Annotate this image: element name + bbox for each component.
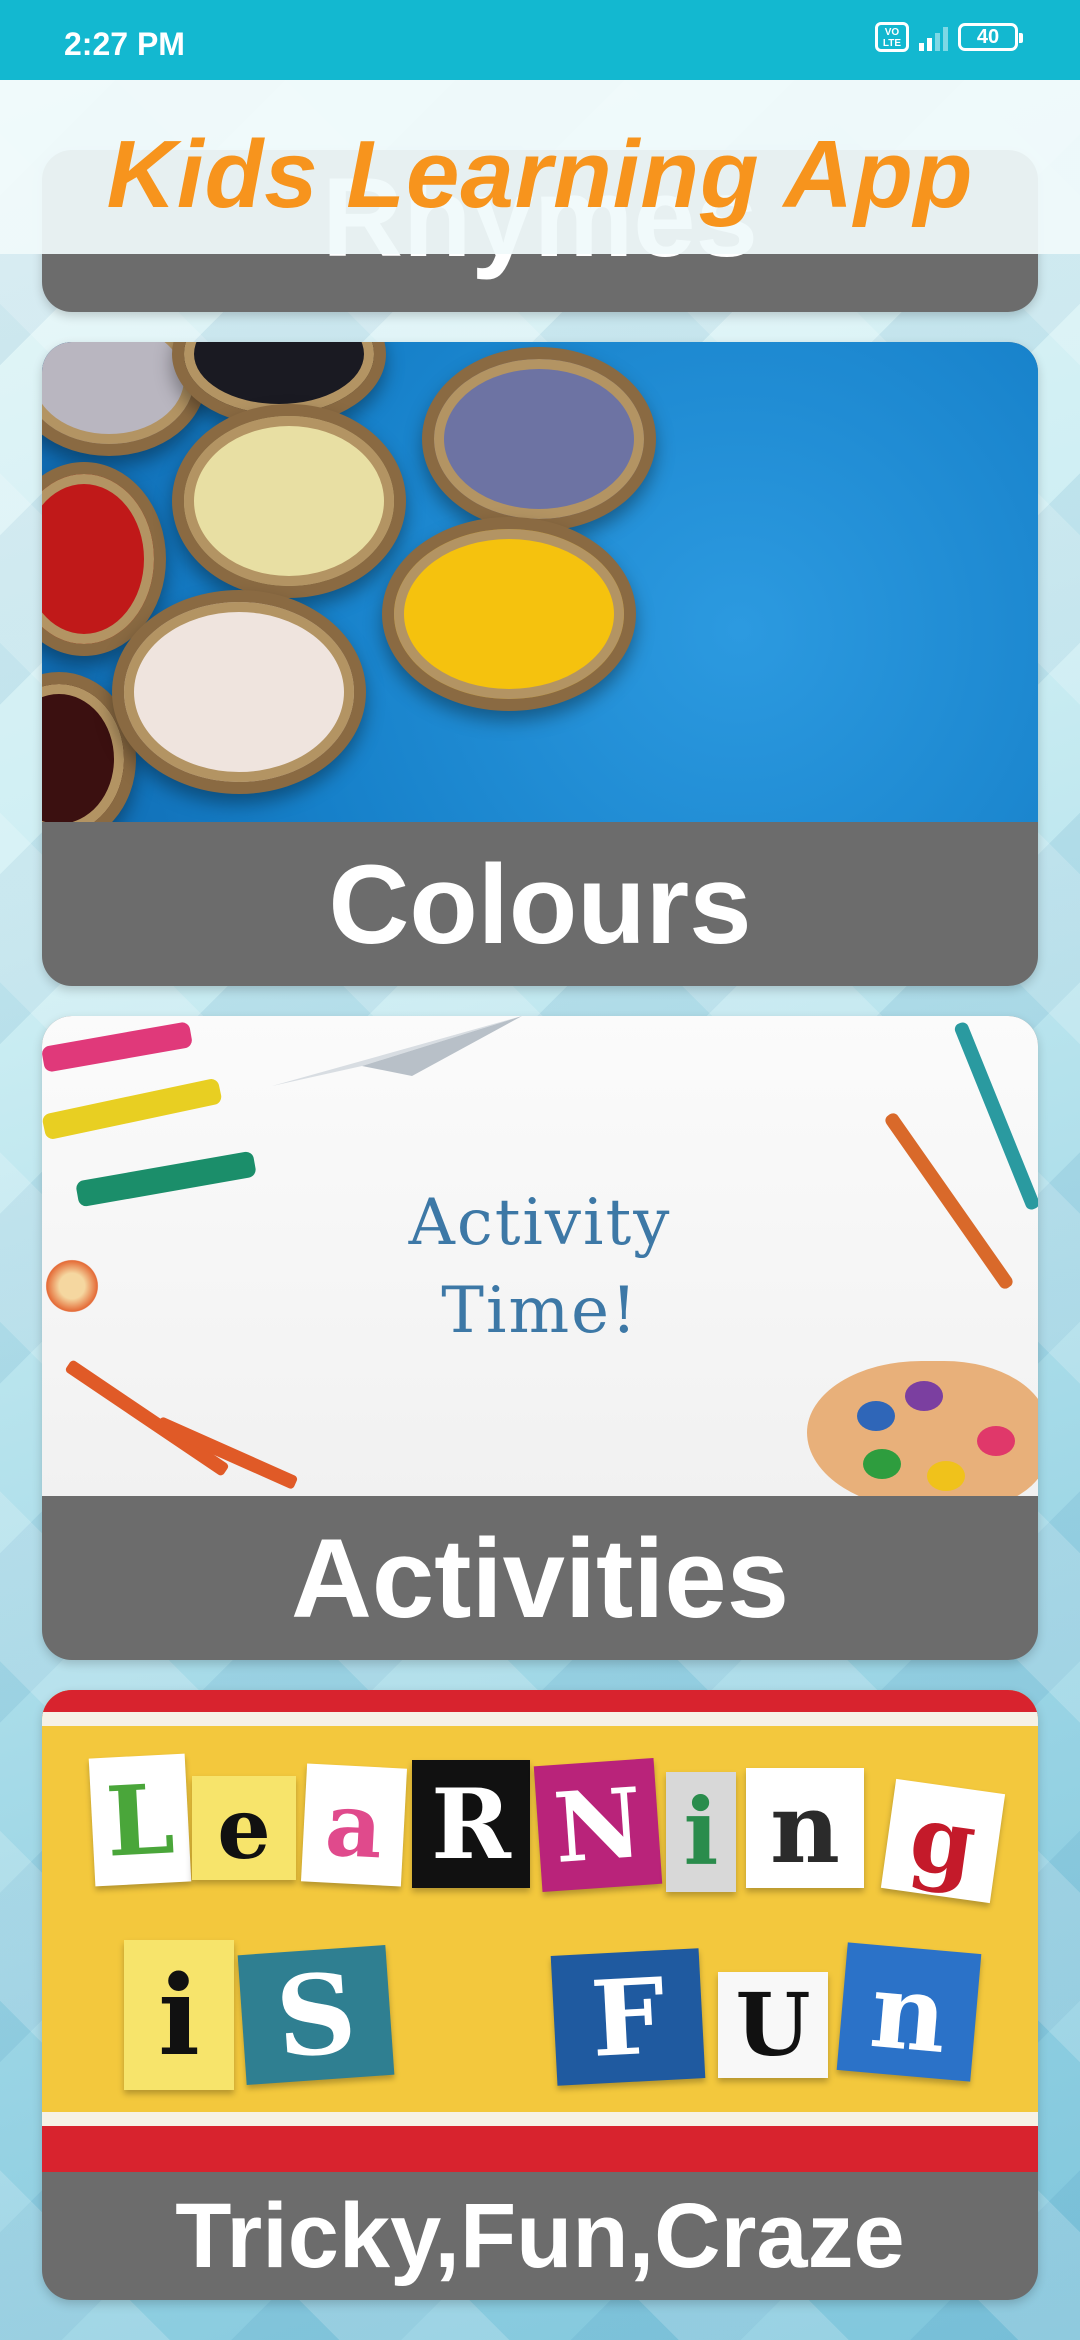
learning-is-fun-image: L e a R N i n g i S F U n bbox=[42, 1690, 1038, 2172]
card-tricky-fun-craze[interactable]: L e a R N i n g i S F U n Tricky,Fun,Cra… bbox=[42, 1690, 1038, 2300]
letter-cutout: R bbox=[412, 1760, 530, 1888]
activity-text-line1: Activity bbox=[408, 1186, 672, 1260]
letter-cutout: S bbox=[237, 1944, 395, 2086]
app-title: Kids Learning App bbox=[106, 121, 974, 228]
card-activities[interactable]: Activity Time! Activities bbox=[42, 1016, 1038, 1660]
letter-cutout: L bbox=[88, 1753, 192, 1887]
letter-cutout: n bbox=[746, 1768, 864, 1888]
status-time: 2:27 PM bbox=[64, 26, 185, 62]
activity-time-image: Activity Time! bbox=[42, 1016, 1038, 1496]
letter-cutout: n bbox=[836, 1942, 982, 2082]
paint-cans-image bbox=[42, 342, 1038, 822]
status-bar: 2:27 PM VO LTE 40 bbox=[0, 0, 1080, 80]
letter-cutout: U bbox=[718, 1972, 828, 2078]
activity-text-line2: Time! bbox=[441, 1274, 639, 1348]
card-label: Activities bbox=[291, 1515, 789, 1641]
letter-cutout: a bbox=[300, 1763, 408, 1887]
card-label: Colours bbox=[328, 841, 752, 967]
card-label: Tricky,Fun,Craze bbox=[175, 2184, 905, 2287]
letter-cutout: g bbox=[880, 1778, 1006, 1904]
app-header: Kids Learning App bbox=[0, 80, 1080, 254]
volte-icon: VO LTE bbox=[875, 22, 909, 52]
card-colours[interactable]: Colours bbox=[42, 342, 1038, 986]
paper-plane-icon bbox=[272, 1016, 522, 1086]
palette-icon bbox=[807, 1361, 1038, 1496]
pencil-shaving-icon bbox=[42, 1256, 102, 1316]
letter-cutout: N bbox=[533, 1757, 663, 1893]
letter-cutout: i bbox=[124, 1940, 234, 2090]
status-icons: VO LTE 40 bbox=[875, 22, 1023, 52]
letter-cutout: i bbox=[666, 1772, 736, 1892]
signal-icon bbox=[919, 23, 948, 51]
battery-level: 40 bbox=[976, 26, 1000, 48]
letter-cutout: F bbox=[550, 1948, 706, 2086]
letter-cutout: e bbox=[192, 1776, 296, 1880]
battery-icon: 40 bbox=[958, 23, 1023, 51]
